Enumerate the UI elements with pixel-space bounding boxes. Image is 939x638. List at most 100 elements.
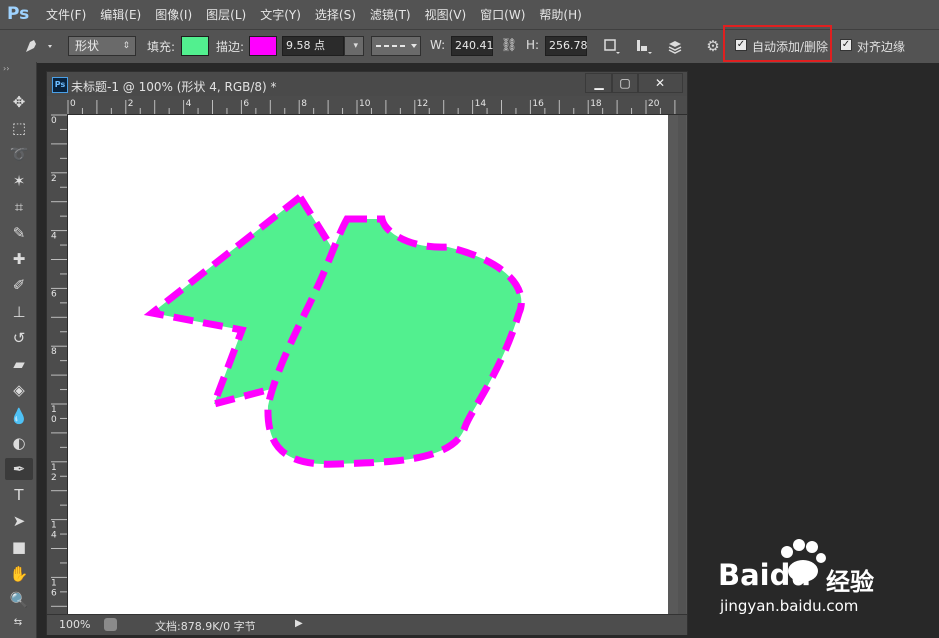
ruler-v-label: 1 xyxy=(51,405,57,415)
zoom-tool-icon[interactable]: 🔍 xyxy=(5,589,33,611)
menu-window[interactable]: 窗口(W) xyxy=(480,6,525,23)
pen-tool-icon[interactable]: ✒ xyxy=(5,457,33,480)
minimize-button[interactable]: ▁ xyxy=(585,73,613,93)
zoom-level[interactable]: 100% xyxy=(59,618,90,631)
blur-tool-icon[interactable]: 💧 xyxy=(5,405,33,427)
tool-preset-picker[interactable] xyxy=(18,36,58,56)
width-label: W: xyxy=(430,38,446,52)
fill-label: 填充: xyxy=(147,40,176,54)
crop-tool-icon[interactable]: ⌗ xyxy=(5,196,33,218)
status-info-icon[interactable] xyxy=(104,618,117,631)
ruler-h-label: 8 xyxy=(301,99,307,109)
rectangle-tool-icon[interactable]: ■ xyxy=(5,536,33,558)
stroke-width-dropdown[interactable]: ▾ xyxy=(344,36,364,56)
vertical-scrollbar[interactable] xyxy=(678,115,686,615)
link-icon[interactable]: ⛓ xyxy=(499,36,519,56)
watermark-url: jingyan.baidu.com xyxy=(720,597,859,615)
swap-colors-icon[interactable]: ⇆ xyxy=(4,617,32,631)
ruler-v-label: 0 xyxy=(51,415,57,425)
path-arrangement-icon[interactable] xyxy=(663,36,687,56)
menu-items: 文件(F) 编辑(E) 图像(I) 图层(L) 文字(Y) 选择(S) 滤镜(T… xyxy=(46,0,596,29)
ruler-h-label: 6 xyxy=(243,99,249,109)
ruler-v-label: 4 xyxy=(51,531,57,541)
hand-tool-icon[interactable]: ✋ xyxy=(5,563,33,585)
eraser-tool-icon[interactable]: ▰ xyxy=(5,353,33,375)
tool-mode-dropdown[interactable]: 形状 ⇕ xyxy=(68,36,136,56)
ruler-v-label: 2 xyxy=(51,174,57,184)
menu-view[interactable]: 视图(V) xyxy=(425,6,467,23)
move-tool-icon[interactable]: ✥ xyxy=(5,91,33,113)
path-alignment-icon[interactable] xyxy=(632,36,654,56)
ruler-h-label: 10 xyxy=(359,99,371,109)
ruler-v-label: 6 xyxy=(51,588,57,598)
document-tab[interactable]: Ps 未标题-1 @ 100% (形状 4, RGB/8) * ▁ ▢ ✕ xyxy=(47,72,687,96)
brush-tool-icon[interactable]: ✐ xyxy=(5,274,33,296)
paint-bucket-tool-icon[interactable]: ◈ xyxy=(5,379,33,401)
horizontal-ruler[interactable]: 0 2 4 6 8 10 12 14 16 18 20 xyxy=(67,96,687,115)
eyedropper-tool-icon[interactable]: ✎ xyxy=(5,222,33,244)
dashed-line-icon xyxy=(376,44,417,48)
ruler-v-label: 1 xyxy=(51,578,57,588)
status-bar: 100% 文档:878.9K/0 字节 ▶ xyxy=(47,614,687,635)
width-input[interactable]: 240.41 xyxy=(451,36,494,56)
ruler-h-label: 12 xyxy=(417,99,428,109)
stroke-width-input[interactable]: 9.58 点 xyxy=(282,36,344,56)
fill-color-swatch[interactable] xyxy=(181,36,209,56)
baidu-jingyan-watermark: Baidu 经验 jingyan.baidu.com xyxy=(718,538,928,620)
close-button[interactable]: ✕ xyxy=(637,73,683,93)
history-brush-tool-icon[interactable]: ↺ xyxy=(5,327,33,349)
stroke-label: 描边: xyxy=(216,40,245,54)
magic-wand-tool-icon[interactable]: ✶ xyxy=(5,170,33,192)
ruler-h-label: 2 xyxy=(128,99,134,109)
menu-type[interactable]: 文字(Y) xyxy=(260,6,301,23)
menu-layer[interactable]: 图层(L) xyxy=(206,6,246,23)
ruler-h-label: 14 xyxy=(475,99,487,109)
lasso-tool-icon[interactable]: ➰ xyxy=(5,143,33,165)
stroke-color-swatch[interactable] xyxy=(249,36,277,56)
ruler-h-label: 20 xyxy=(648,99,660,109)
path-selection-tool-icon[interactable]: ➤ xyxy=(5,510,33,532)
ruler-h-label: 16 xyxy=(532,99,544,109)
panel-collapse-icon[interactable]: ›› xyxy=(3,64,9,73)
maximize-button[interactable]: ▢ xyxy=(611,73,639,93)
marquee-tool-icon[interactable]: ⬚ xyxy=(5,117,33,139)
menu-filter[interactable]: 滤镜(T) xyxy=(370,6,411,23)
canvas[interactable] xyxy=(68,115,668,615)
gear-icon[interactable]: ⚙ xyxy=(703,36,723,56)
dropdown-arrow-icon: ⇕ xyxy=(122,41,130,51)
vertical-ruler[interactable]: 0246810121416 xyxy=(47,114,68,614)
ruler-v-label: 1 xyxy=(51,521,57,531)
align-edges-label: 对齐边缘 xyxy=(857,40,906,54)
highlight-box xyxy=(723,25,832,62)
watermark-brand: Baidu xyxy=(718,558,812,592)
ruler-v-label: 6 xyxy=(51,289,57,299)
menu-image[interactable]: 图像(I) xyxy=(155,6,192,23)
dodge-tool-icon[interactable]: ◐ xyxy=(5,432,33,454)
ruler-h-label: 0 xyxy=(70,99,76,109)
healing-brush-tool-icon[interactable]: ✚ xyxy=(5,248,33,270)
ruler-origin[interactable] xyxy=(47,96,67,114)
height-label: H: xyxy=(526,38,540,52)
ruler-v-label: 0 xyxy=(51,116,57,126)
ruler-h-label: 4 xyxy=(186,99,192,109)
chevron-down-icon: ▾ xyxy=(353,41,358,51)
ruler-v-label: 2 xyxy=(51,473,57,483)
path-operations-icon[interactable] xyxy=(600,36,622,56)
ruler-v-label: 8 xyxy=(51,347,57,357)
clone-stamp-tool-icon[interactable]: ⊥ xyxy=(5,301,33,323)
menu-edit[interactable]: 编辑(E) xyxy=(100,6,141,23)
ruler-h-label: 18 xyxy=(590,99,602,109)
document-title: 未标题-1 @ 100% (形状 4, RGB/8) * xyxy=(71,80,277,94)
status-menu-arrow-icon[interactable]: ▶ xyxy=(295,618,303,629)
tools-panel: ›› ✥ ⬚ ➰ ✶ ⌗ ✎ ✚ ✐ ⊥ ↺ ▰ ◈ 💧 ◐ ✒ T ➤ ■ ✋ 🔍 ⇆ xyxy=(0,62,37,638)
type-tool-icon[interactable]: T xyxy=(5,484,33,506)
stroke-type-dropdown[interactable] xyxy=(371,36,421,56)
ps-document-icon: Ps xyxy=(52,77,68,93)
align-edges-checkbox[interactable]: ✓ xyxy=(840,39,852,51)
menu-file[interactable]: 文件(F) xyxy=(46,6,86,23)
menu-help[interactable]: 帮助(H) xyxy=(539,6,581,23)
height-input[interactable]: 256.78 xyxy=(545,36,588,56)
photoshop-logo: Ps xyxy=(7,4,30,24)
menu-select[interactable]: 选择(S) xyxy=(315,6,356,23)
ruler-v-label: 4 xyxy=(51,232,57,242)
